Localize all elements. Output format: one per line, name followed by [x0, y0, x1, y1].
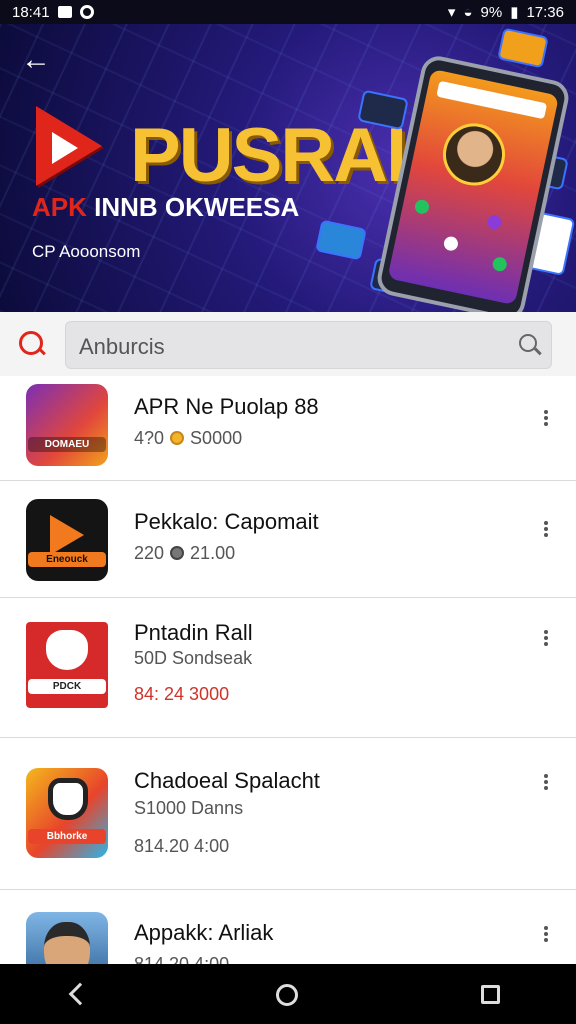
app-meta-secondary: 814.20 4:00: [134, 836, 230, 856]
app-meta: 814 20 4:00: [134, 954, 230, 964]
coin-icon: [170, 546, 185, 560]
app-list: DOMAEU APR Ne Puolap 88 4?0 S0000 Eneouck…: [0, 376, 576, 964]
banner-caption: CP Aooonsom: [32, 242, 141, 261]
phone-search-bar: [436, 80, 548, 120]
more-options-icon[interactable]: [536, 519, 556, 539]
app-name: Pekkalo: Capomait: [134, 509, 319, 534]
battery-icon: ▮: [510, 4, 519, 21]
search-logo-icon[interactable]: [19, 331, 43, 355]
app-icon-label: DOMAEU: [28, 437, 106, 452]
app-name: Chadoeal Spalacht: [134, 768, 320, 793]
hero-banner: ← PUSRAL APK INNB OKWEESA CP Aooonsom: [0, 24, 576, 312]
status-time-left: 18:41: [12, 3, 50, 21]
system-nav-bar: [0, 964, 576, 1024]
signal-icon: ▾: [447, 4, 456, 21]
nav-home-icon[interactable]: [276, 984, 298, 1006]
app-icon: DOMAEU: [26, 384, 108, 466]
phone-app-dot: [486, 213, 503, 231]
app-icon: PDCK: [26, 622, 108, 708]
list-item[interactable]: Appakk: Arliak 814 20 4:00: [0, 890, 576, 964]
app-meta: 4?0 S0000: [134, 428, 242, 449]
list-item[interactable]: DOMAEU APR Ne Puolap 88 4?0 S0000: [0, 376, 576, 481]
battery-percent: 9%: [480, 3, 503, 21]
nav-recents-icon[interactable]: [481, 985, 500, 1004]
app-meta-highlight: 84: 24 3000: [134, 684, 230, 704]
back-arrow-icon[interactable]: ←: [18, 42, 54, 78]
search-icon[interactable]: [519, 334, 537, 352]
notification-icon: [79, 5, 94, 19]
phone-app-dot: [442, 235, 460, 252]
cat-face-icon: [46, 630, 88, 670]
nav-back-icon[interactable]: [68, 982, 92, 1006]
coin-icon: [170, 431, 185, 445]
more-options-icon[interactable]: [536, 628, 556, 648]
status-bar: 18:41 ▾ ◒ 9% ▮ 17:36: [0, 0, 576, 24]
search-row: Anburcis: [0, 312, 576, 376]
app-meta: S1000 Danns: [134, 798, 244, 818]
phone-app-dot: [413, 198, 431, 216]
search-placeholder: Anburcis: [79, 334, 165, 359]
list-item[interactable]: PDCK Pntadin Rall 50D Sondseak 84: 24 30…: [0, 598, 576, 738]
list-item[interactable]: Bbhorke Chadoeal Spalacht S1000 Danns 81…: [0, 738, 576, 890]
more-options-icon[interactable]: [536, 924, 556, 944]
phone-avatar: [437, 117, 511, 192]
more-options-icon[interactable]: [536, 772, 556, 792]
app-meta: 50D Sondseak: [134, 648, 253, 668]
app-icon-label: Eneouck: [28, 552, 106, 567]
wifi-icon: ◒: [463, 3, 473, 21]
message-icon: [57, 6, 72, 18]
play-logo-inner-icon: [52, 132, 78, 164]
app-meta-price: S0000: [190, 428, 243, 448]
app-name: Pntadin Rall: [134, 620, 253, 645]
app-icon: Bbhorke: [26, 768, 108, 858]
banner-subtitle-white: INNB OKWEESA: [94, 192, 300, 222]
banner-subtitle-red: APK: [32, 192, 87, 222]
status-time-right: 17:36: [526, 3, 564, 21]
app-meta-price: 21.00: [190, 543, 236, 563]
dog-face-icon: [48, 778, 88, 820]
phone-app-dot: [491, 255, 509, 273]
app-icon: [26, 912, 108, 964]
app-meta-count: 220: [134, 543, 165, 563]
search-input[interactable]: Anburcis: [65, 321, 552, 369]
app-meta: 220 21.00: [134, 543, 235, 564]
person-avatar-icon: [44, 922, 90, 964]
list-item[interactable]: Eneouck Pekkalo: Capomait 220 21.00: [0, 481, 576, 598]
app-meta-count: 4?0: [134, 428, 165, 448]
app-name: APR Ne Puolap 88: [134, 394, 319, 419]
more-options-icon[interactable]: [536, 408, 556, 428]
banner-subtitle: APK INNB OKWEESA: [32, 192, 299, 223]
play-icon: [50, 515, 84, 555]
app-name: Appakk: Arliak: [134, 920, 274, 945]
app-icon-label: PDCK: [28, 679, 106, 694]
app-icon-label: Bbhorke: [28, 829, 106, 844]
app-icon: Eneouck: [26, 499, 108, 581]
